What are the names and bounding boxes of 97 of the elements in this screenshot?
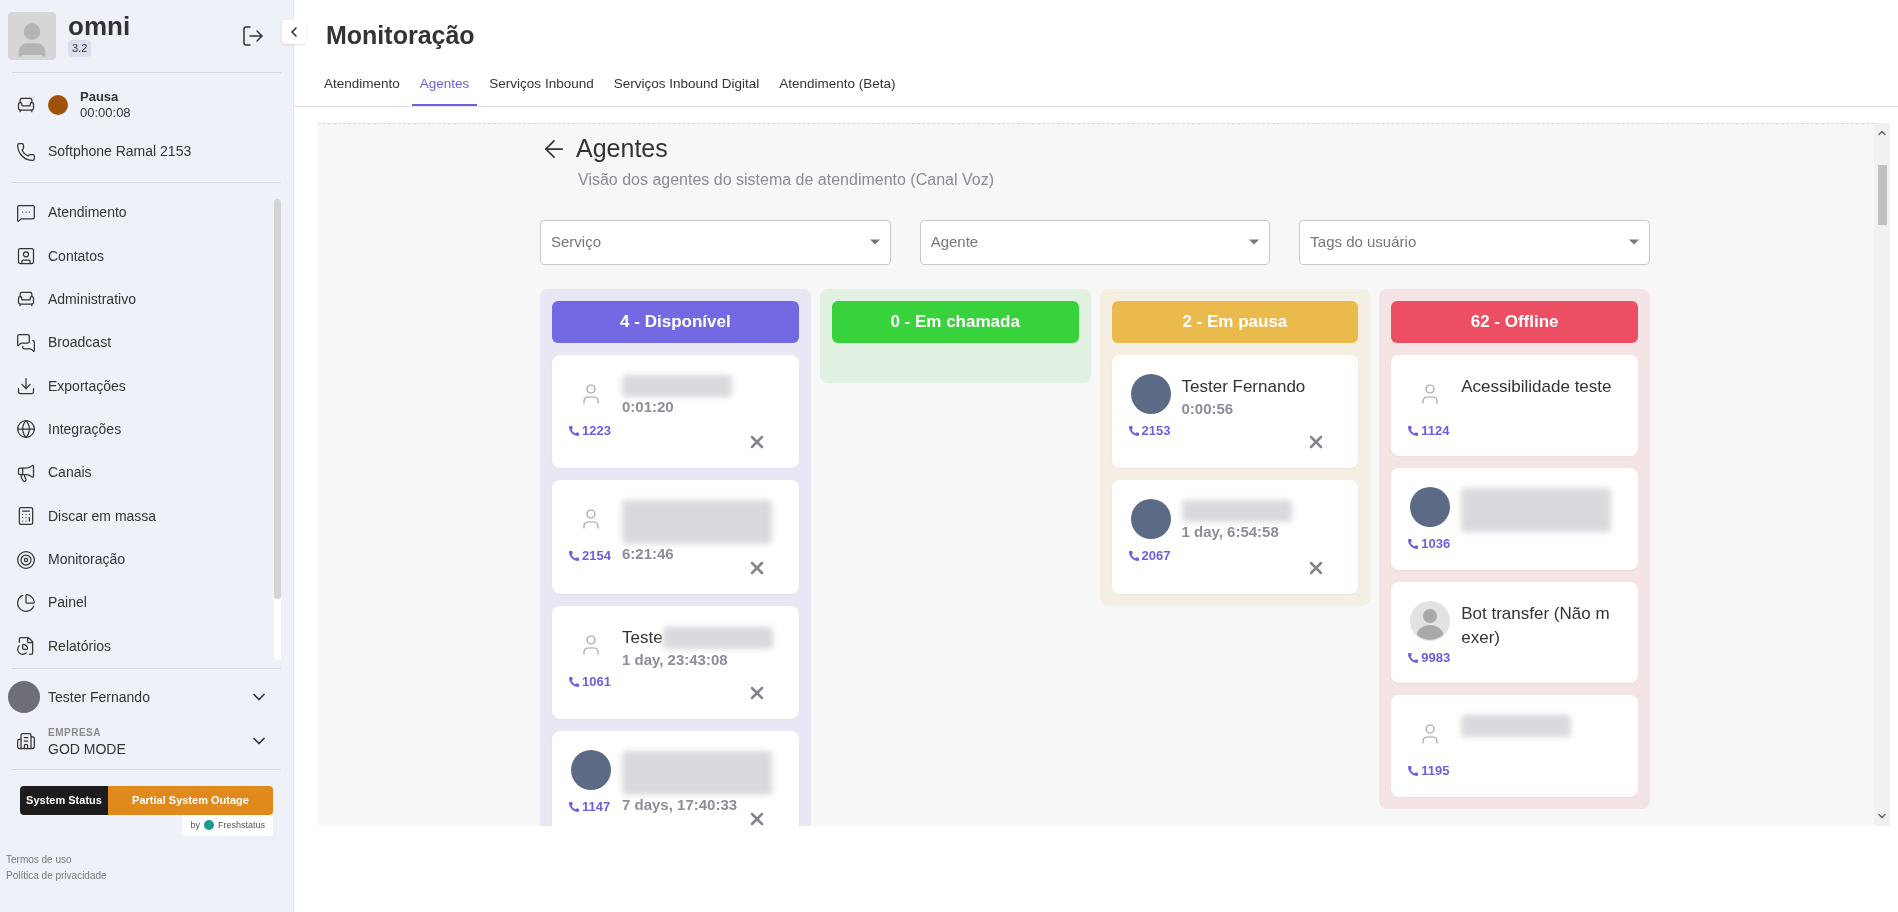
- phone-icon: [16, 141, 36, 162]
- column-header: 4 - Disponível: [552, 300, 799, 343]
- phone-icon: [568, 424, 580, 437]
- select-field[interactable]: Tags do usuário: [1299, 219, 1650, 265]
- menu-item[interactable]: Painel: [0, 581, 274, 625]
- duration: 7 days, 17:40:33: [622, 795, 739, 816]
- duration: 0:01:20: [622, 396, 675, 417]
- caret-icon: [1629, 239, 1639, 246]
- menu-item[interactable]: Canais: [0, 451, 274, 495]
- footer-link[interactable]: Termos de uso: [6, 852, 287, 868]
- agent-name: Teste: [622, 626, 663, 649]
- tab[interactable]: Atendimento: [316, 64, 408, 107]
- by-label: by: [190, 818, 200, 832]
- freshstatus-logo-icon: [203, 820, 214, 831]
- company-caption: EMPRESA: [48, 726, 102, 740]
- avatar-photo: [1410, 487, 1451, 528]
- extension-number: 2067: [1127, 546, 1171, 566]
- column-header: 2 - Em pausa: [1111, 300, 1359, 343]
- menu-item[interactable]: Administrativo: [0, 277, 274, 322]
- softphone-label: Softphone Ramal 2153: [48, 142, 192, 161]
- menu-item[interactable]: Broadcast: [0, 321, 274, 365]
- chat-bubbles-icon: [16, 332, 36, 353]
- phone-icon: [1407, 765, 1420, 777]
- status-label: Pausa: [80, 89, 120, 105]
- avatar-photo: [1130, 373, 1171, 414]
- menu-item[interactable]: Exportações: [0, 364, 274, 408]
- extension-number: 1036: [1407, 534, 1451, 554]
- phone-icon: [1407, 538, 1420, 550]
- phone-icon: [1127, 550, 1140, 562]
- extension-number: 1061: [568, 671, 611, 692]
- provider-name: Freshstatus: [217, 818, 265, 832]
- agent-name: Bot transfer (Não m exer): [1461, 602, 1611, 649]
- phone-icon: [568, 675, 580, 688]
- chat-icon: [16, 202, 36, 223]
- status-widget-label: System Status: [20, 786, 108, 815]
- tab[interactable]: Serviços Inbound Digital: [605, 64, 768, 107]
- target-icon: [16, 549, 36, 570]
- keypad-icon: [16, 506, 36, 527]
- tab[interactable]: Atendimento (Beta): [771, 64, 904, 107]
- duration: 0:00:56: [1181, 398, 1235, 419]
- logout-icon[interactable]: [241, 24, 265, 48]
- megaphone-icon: [16, 462, 36, 483]
- phone-icon: [1407, 651, 1420, 664]
- duration: 1 day, 6:54:58: [1181, 522, 1280, 543]
- download-icon: [16, 376, 36, 397]
- extension-number: 1124: [1407, 420, 1450, 441]
- column-header: 0 - Em chamada: [831, 300, 1079, 343]
- duration: 6:21:46: [622, 544, 675, 565]
- phone-icon: [1127, 424, 1140, 437]
- extension-number: 1195: [1407, 761, 1450, 781]
- extension-number: 9983: [1407, 647, 1451, 668]
- extension-number: 1147: [568, 797, 611, 817]
- contact-card-icon: [16, 246, 36, 267]
- user-name: Tester Fernando: [48, 687, 151, 707]
- select-field[interactable]: Agente: [919, 219, 1271, 265]
- menu-item[interactable]: Integrações: [0, 407, 274, 452]
- menu-item[interactable]: Contatos: [0, 234, 274, 278]
- menu-item[interactable]: Relatórios: [0, 624, 274, 668]
- avatar-photo: [571, 750, 611, 791]
- tab[interactable]: Serviços Inbound: [481, 64, 602, 107]
- phone-icon: [1407, 424, 1420, 437]
- user-avatar: [8, 681, 40, 713]
- caret-icon: [1249, 239, 1260, 246]
- version-badge: 3.2: [68, 40, 92, 57]
- status-widget-state: Partial System Outage: [108, 786, 273, 815]
- collapse-button[interactable]: [282, 20, 306, 44]
- app-name: omni: [68, 12, 131, 40]
- footer-link[interactable]: Política de privacidade: [6, 868, 287, 884]
- avatar-silhouette: [1410, 600, 1451, 641]
- status-timer: 00:00:08: [80, 105, 131, 121]
- phone-icon: [568, 801, 580, 813]
- phone-icon: [568, 550, 580, 562]
- status-widget[interactable]: System Status Partial System Outage: [20, 786, 273, 815]
- select-field[interactable]: Serviço: [540, 219, 891, 265]
- panel-subtitle: Visão dos agentes do sistema de atendimento (Canal Voz): [577, 169, 995, 190]
- pie-chart-icon: [16, 592, 36, 613]
- duration: 1 day, 23:43:08: [622, 649, 729, 670]
- column-header: 62 - Offline: [1391, 300, 1638, 343]
- scrollbar-thumb[interactable]: [1877, 164, 1887, 225]
- chair-icon: [16, 95, 36, 115]
- menu-item[interactable]: Monitoração: [0, 537, 274, 582]
- agent-name: Acessibilidade teste: [1461, 375, 1612, 398]
- caret-icon: [869, 239, 880, 246]
- panel-title: Agentes: [576, 133, 668, 165]
- extension-number: 2154: [568, 546, 611, 566]
- tab[interactable]: Agentes: [411, 64, 478, 107]
- document-chart-icon: [16, 636, 36, 657]
- agent-name: Tester Fernando: [1181, 375, 1306, 398]
- menu-item[interactable]: Atendimento: [0, 191, 274, 235]
- avatar-photo: [1130, 499, 1171, 540]
- building-icon: [16, 731, 36, 751]
- extension-number: 2153: [1127, 420, 1171, 441]
- company-name: GOD MODE: [48, 741, 127, 757]
- globe-icon: [16, 419, 36, 440]
- page-title: Monitoração: [325, 20, 476, 51]
- extension-number: 1223: [568, 420, 611, 441]
- menu-item[interactable]: Discar em massa: [0, 494, 274, 538]
